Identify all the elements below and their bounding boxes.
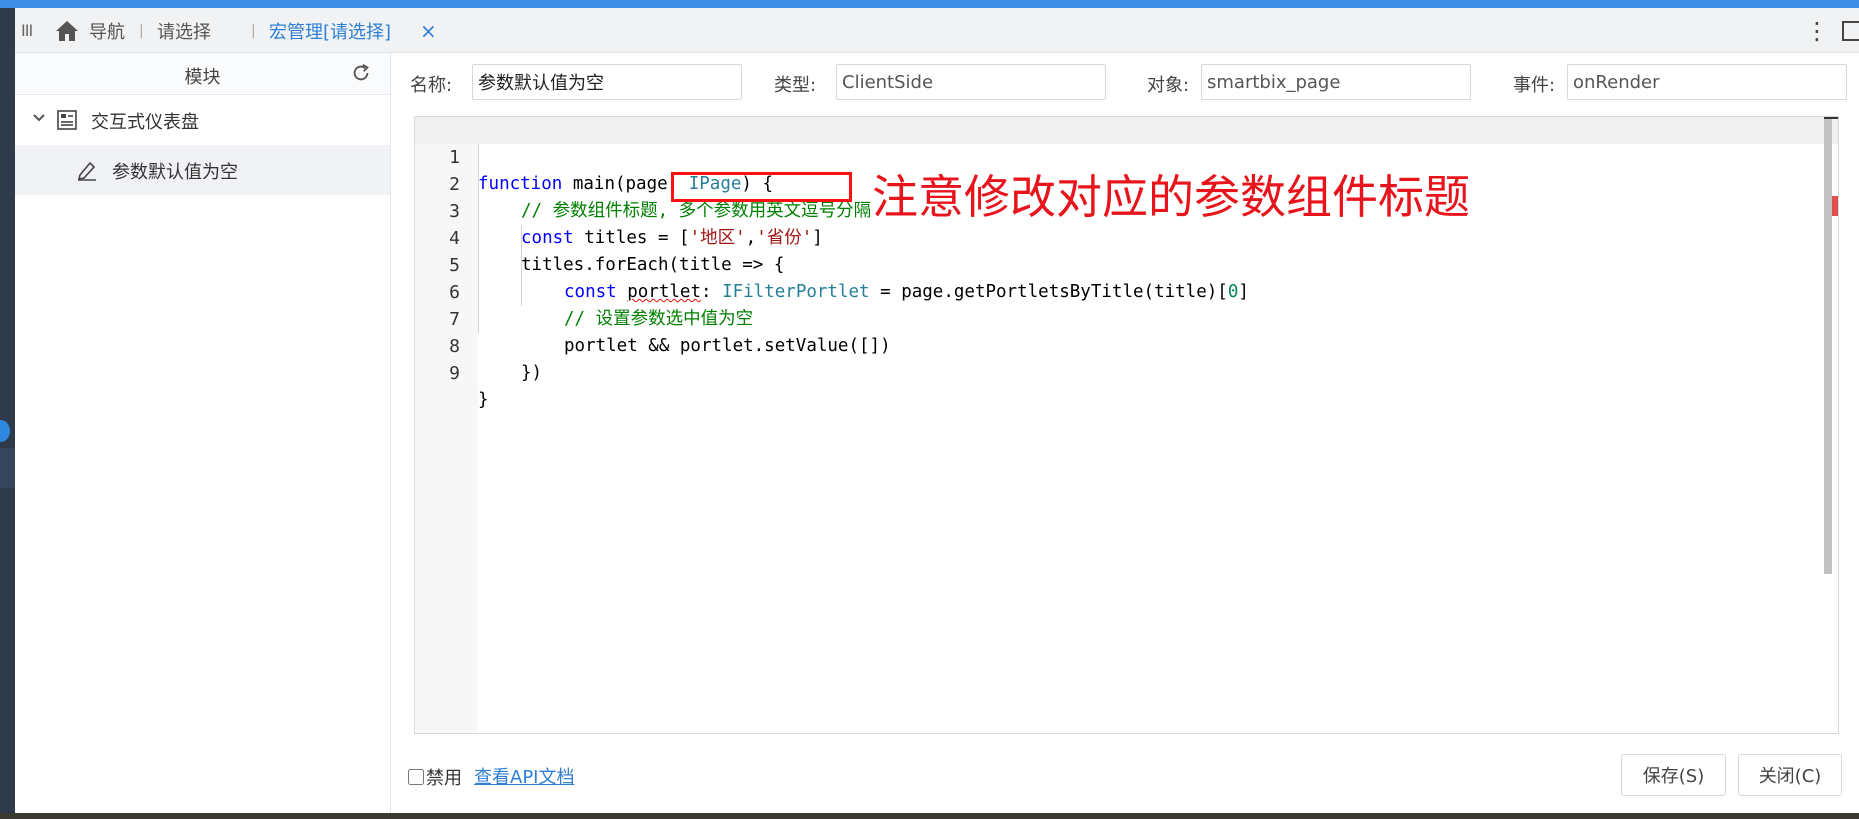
tab-macro-management[interactable]: 宏管理[请选择]	[269, 8, 391, 53]
home-icon[interactable]	[55, 8, 79, 53]
edge-handle[interactable]	[0, 448, 15, 488]
refresh-icon[interactable]	[350, 62, 372, 84]
disable-checkbox-input[interactable]	[408, 769, 424, 785]
tab-bar: III 导航 | 请选择 | 宏管理[请选择] × ⋮	[15, 8, 1859, 53]
api-docs-link[interactable]: 查看API文档	[474, 763, 574, 789]
annotation-text: 注意修改对应的参数组件标题	[872, 170, 1470, 224]
help-bubble-icon[interactable]	[0, 420, 10, 442]
error-marker	[1832, 196, 1838, 216]
line-number: 9	[449, 363, 460, 384]
tab-separator: |	[251, 22, 256, 39]
edit-script-icon	[77, 161, 96, 181]
event-input[interactable]	[1567, 64, 1847, 100]
disable-label: 禁用	[426, 768, 462, 789]
tab-select[interactable]: 请选择	[157, 8, 211, 53]
tree-group-dashboard[interactable]: 交互式仪表盘	[15, 95, 390, 145]
tab-separator: |	[139, 22, 144, 39]
tree-item-macro[interactable]: 参数默认值为空	[15, 145, 390, 195]
code-line: 7 portlet && portlet.setValue([])	[415, 279, 1838, 356]
tab-navigation[interactable]: 导航	[89, 8, 125, 53]
annotation-highlight-box	[671, 172, 852, 202]
code-line: 9 }	[415, 333, 1838, 410]
code-line: 8 })	[415, 306, 1838, 383]
tree-group-label: 交互式仪表盘	[91, 112, 199, 133]
code-line: 1 function main(page: IPage) {	[415, 117, 1838, 194]
editor-scrollbar[interactable]	[1824, 119, 1832, 574]
module-sidebar: 模块 交互式仪表盘 参数默认值为空	[15, 53, 391, 815]
more-options-icon[interactable]: ⋮	[1805, 8, 1829, 53]
sidebar-title: 模块	[184, 67, 221, 88]
dashboard-icon	[57, 110, 77, 130]
disable-checkbox[interactable]: 禁用	[408, 764, 462, 790]
chevron-down-icon[interactable]	[31, 110, 47, 126]
taskbar-strip	[0, 813, 1859, 819]
name-input[interactable]	[472, 64, 742, 100]
close-button[interactable]: 关闭(C)	[1738, 754, 1842, 796]
sidebar-header: 模块	[15, 53, 390, 95]
menu-toggle-icon[interactable]: III	[21, 8, 33, 53]
code-line: 5 const portlet: IFilterPortlet = page.g…	[415, 225, 1838, 302]
close-tab-icon[interactable]: ×	[420, 8, 437, 53]
name-label: 名称:	[410, 75, 453, 96]
left-edge-strip	[0, 8, 15, 815]
object-input[interactable]	[1201, 64, 1471, 100]
tree-item-label: 参数默认值为空	[112, 162, 238, 183]
maximize-icon[interactable]	[1842, 8, 1859, 53]
type-input[interactable]	[836, 64, 1106, 100]
object-label: 对象:	[1147, 75, 1190, 96]
code-line: 6 // 设置参数选中值为空	[415, 252, 1838, 329]
type-label: 类型:	[774, 75, 817, 96]
save-button[interactable]: 保存(S)	[1621, 754, 1726, 796]
event-label: 事件:	[1513, 75, 1556, 96]
top-accent-bar	[0, 0, 1859, 8]
